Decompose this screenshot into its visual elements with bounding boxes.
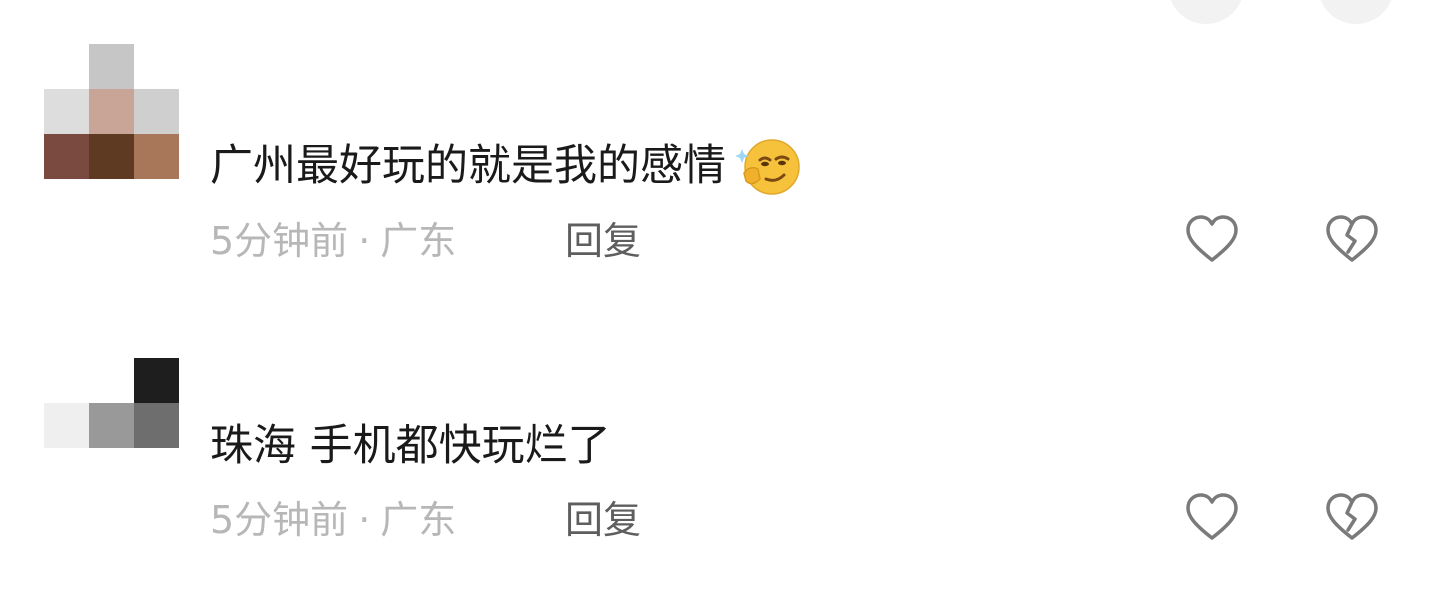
comment-list: 广州最好玩的就是我的感情 5分钟前 · 广东 回复 珠海 手机都快玩烂了 5分钟… — [0, 0, 1438, 600]
dislike-button[interactable] — [1322, 210, 1382, 270]
broken-heart-icon — [1326, 493, 1378, 540]
comment-meta: 5分钟前 · 广东 — [210, 216, 456, 266]
avatar[interactable] — [44, 358, 179, 493]
dislike-button[interactable] — [1322, 488, 1382, 548]
avatar[interactable] — [44, 44, 179, 179]
like-button[interactable] — [1182, 210, 1242, 270]
heart-outline-icon — [1186, 493, 1238, 540]
reply-button[interactable]: 回复 — [565, 216, 641, 266]
comment-text: 珠海 手机都快玩烂了 — [210, 421, 611, 471]
comment-text: 广州最好玩的就是我的感情 — [210, 141, 726, 191]
meta-separator: · — [358, 219, 371, 263]
comment-meta: 5分钟前 · 广东 — [210, 495, 456, 545]
top-action-button[interactable] — [1318, 0, 1394, 24]
heart-outline-icon — [1186, 215, 1238, 262]
comment-time: 5分钟前 — [210, 219, 349, 263]
meta-separator: · — [358, 498, 371, 542]
comment-location: 广东 — [380, 498, 457, 542]
comment-text-row: 珠海 手机都快玩烂了 — [210, 418, 611, 474]
top-action-button[interactable] — [1168, 0, 1244, 24]
comment-time: 5分钟前 — [210, 498, 349, 542]
reply-button[interactable]: 回复 — [565, 495, 641, 545]
like-button[interactable] — [1182, 488, 1242, 548]
comment-location: 广东 — [380, 219, 457, 263]
smirk-emoji-icon — [735, 133, 802, 199]
comment-text-row: 广州最好玩的就是我的感情 — [210, 133, 802, 199]
broken-heart-icon — [1326, 215, 1378, 262]
